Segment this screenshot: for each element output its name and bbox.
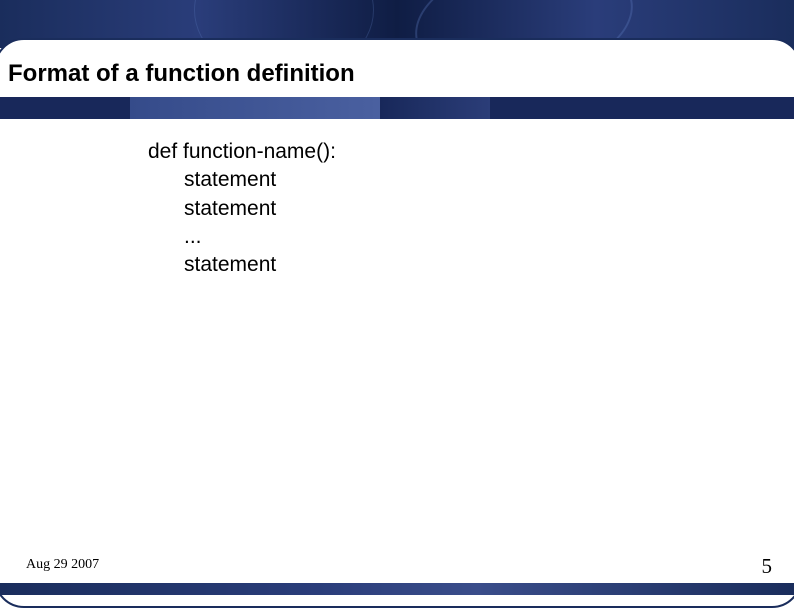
bar-segment-3 bbox=[380, 97, 490, 119]
bar-segment-2 bbox=[130, 97, 380, 119]
code-line-stmt-2: statement bbox=[148, 195, 336, 223]
slide-title: Format of a function definition bbox=[8, 60, 355, 88]
code-line-ellipsis: ... bbox=[148, 223, 336, 251]
code-line-stmt-1: statement bbox=[148, 166, 336, 194]
footer-date: Aug 29 2007 bbox=[26, 557, 99, 573]
bar-segment-1 bbox=[0, 97, 130, 119]
code-line-stmt-3: statement bbox=[148, 251, 336, 279]
bar-segment-4 bbox=[490, 97, 794, 119]
title-underline-bar bbox=[0, 97, 794, 119]
slide-frame bbox=[0, 38, 794, 608]
footer-page-number: 5 bbox=[762, 554, 773, 579]
bottom-banner bbox=[0, 583, 794, 595]
slide-body: def function-name(): statement statement… bbox=[148, 138, 336, 280]
code-line-def: def function-name(): bbox=[148, 138, 336, 166]
